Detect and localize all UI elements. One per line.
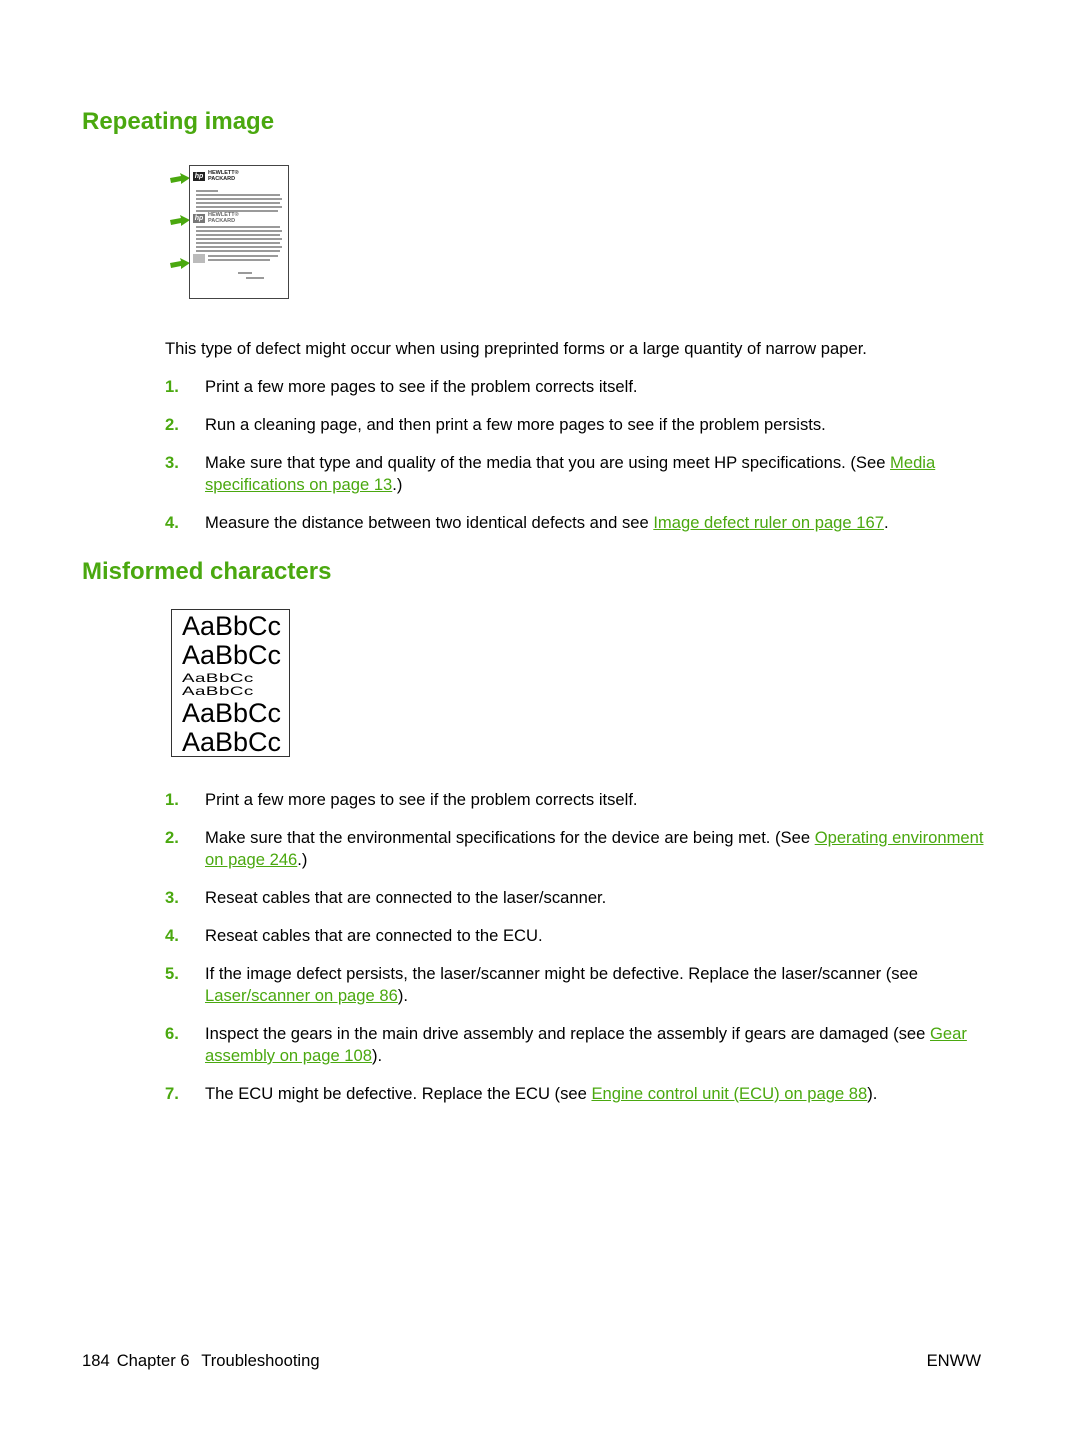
- page-number: 184: [82, 1351, 110, 1370]
- chapter-label: Chapter 6: [116, 1351, 190, 1370]
- list-item: 5. If the image defect persists, the las…: [165, 964, 918, 1005]
- list-item: 2. Make sure that the environmental spec…: [165, 828, 984, 869]
- section-heading-repeating-image: Repeating image: [82, 108, 275, 135]
- list-item: 4. Reseat cables that are connected to t…: [165, 926, 543, 945]
- sample-letter-page: hp HEWLETT® PACKARD hp HEWLETT® PACKARD: [189, 165, 289, 299]
- hp-logo: hp HEWLETT® PACKARD: [193, 170, 239, 182]
- chapter-title: Troubleshooting: [201, 1351, 320, 1370]
- hp-logo-icon: [193, 254, 205, 263]
- character-sample: AaBbCc: [182, 727, 282, 757]
- character-sample-distorted: AaBbCc: [182, 671, 254, 685]
- page-footer-left: 184 Chapter 6 Troubleshooting: [82, 1351, 327, 1371]
- list-item: 1. Print a few more pages to see if the …: [165, 790, 638, 809]
- character-sample: AaBbCc: [182, 611, 282, 641]
- list-item: 3. Make sure that type and quality of th…: [165, 453, 936, 494]
- link-laser-scanner[interactable]: Laser/scanner on page 86: [205, 986, 398, 1005]
- character-sample: AaBbCc: [182, 698, 282, 728]
- misformed-characters-figure: AaBbCc AaBbCc AaBbCc AaBbCc AaBbCc AaBbC…: [171, 609, 290, 757]
- repeating-image-figure: hp HEWLETT® PACKARD hp HEWLETT® PACKARD: [170, 163, 292, 303]
- character-sample-distorted: AaBbCc: [182, 684, 254, 698]
- character-sample: AaBbCc: [182, 640, 282, 670]
- list-item: 7. The ECU might be defective. Replace t…: [165, 1084, 878, 1103]
- hp-logo-repeat: hp HEWLETT® PACKARD: [193, 212, 239, 224]
- intro-paragraph: This type of defect might occur when usi…: [165, 339, 867, 358]
- list-item: 2. Run a cleaning page, and then print a…: [165, 415, 826, 434]
- list-item: 4. Measure the distance between two iden…: [165, 513, 889, 532]
- list-item: 1. Print a few more pages to see if the …: [165, 377, 638, 396]
- list-item: 3. Reseat cables that are connected to t…: [165, 888, 607, 907]
- green-arrow-icon: [170, 215, 190, 226]
- green-arrow-icon: [170, 258, 190, 269]
- logo-text-line2: PACKARD: [208, 176, 236, 182]
- misformed-characters-steps: 1. Print a few more pages to see if the …: [165, 789, 995, 1121]
- link-image-defect-ruler[interactable]: Image defect ruler on page 167: [653, 513, 884, 532]
- hp-logo-icon: hp: [193, 213, 205, 223]
- hp-logo-repeat: [193, 254, 205, 263]
- doc-code: ENWW: [926, 1351, 981, 1370]
- link-engine-control-unit[interactable]: Engine control unit (ECU) on page 88: [591, 1084, 867, 1103]
- list-item: 6. Inspect the gears in the main drive a…: [165, 1024, 967, 1065]
- repeating-image-steps: 1. Print a few more pages to see if the …: [165, 376, 995, 550]
- green-arrow-icon: [170, 173, 190, 184]
- section-heading-misformed-characters: Misformed characters: [82, 558, 332, 585]
- hp-logo-icon: hp: [193, 171, 205, 181]
